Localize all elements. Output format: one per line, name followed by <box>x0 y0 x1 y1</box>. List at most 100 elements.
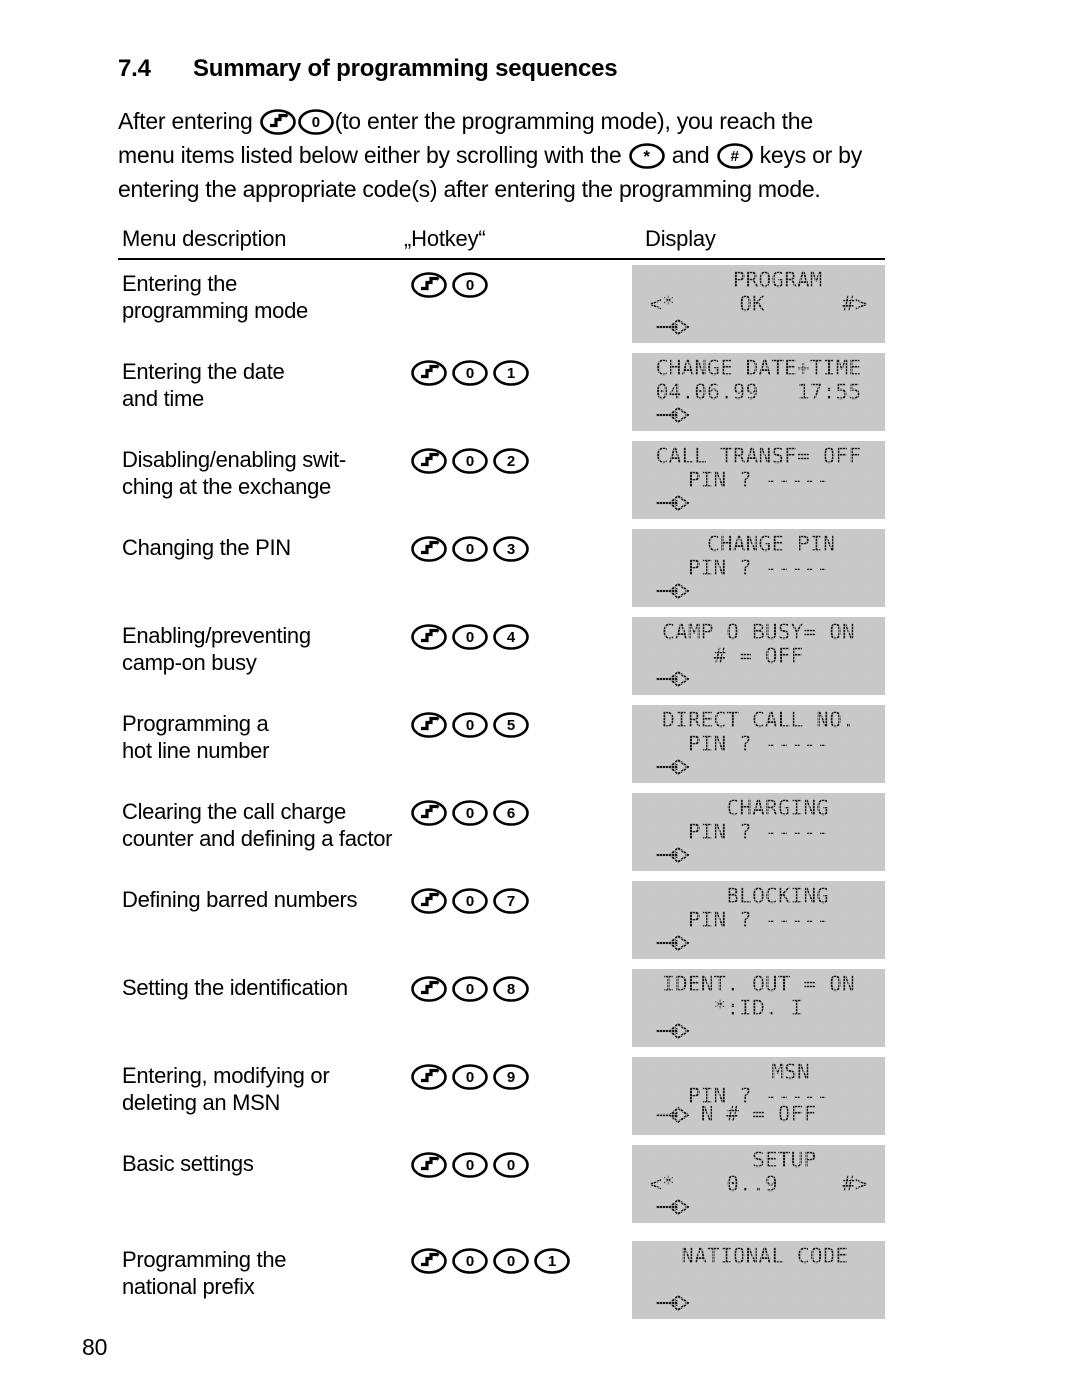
digit-key-icon-1: 1 <box>493 360 529 386</box>
digit-key-icon-4: 4 <box>493 624 529 650</box>
intro-text-2c: keys or by <box>759 142 863 168</box>
lcd-line-1: NATIONAL CODE <box>668 1244 849 1268</box>
lcd-line-1: CHANGE PIN <box>681 532 836 556</box>
intro-line-3: entering the appropriate code(s) after e… <box>118 176 821 202</box>
lcd-line-2: PIN ? ----- <box>687 908 830 932</box>
recall-key-icon <box>411 888 447 914</box>
lcd-line-1: CHANGE DATE+TIME <box>655 356 862 380</box>
key-label: 0 <box>465 540 475 558</box>
key-label: 0 <box>465 1068 475 1086</box>
menu-description-line: Disabling/enabling swit- <box>122 447 346 472</box>
intro-paragraph: After entering 0 (to enter the programmi… <box>118 104 908 206</box>
enter-cursor-icon <box>656 758 690 776</box>
enter-cursor-icon <box>656 934 690 952</box>
digit-key-icon-7: 7 <box>493 888 529 914</box>
digit-key-icon-0: 0 <box>452 888 488 914</box>
section-title: Summary of programming sequences <box>193 55 618 82</box>
section-number: 7.4 <box>118 55 151 82</box>
key-oval-shape <box>411 624 447 650</box>
key-oval-shape <box>411 448 447 474</box>
menu-description-line: programming mode <box>122 298 308 323</box>
hotkey-sequence-cell: 0 8 <box>410 976 533 1002</box>
recall-key-icon <box>411 1248 447 1274</box>
zero-key-icon-intro: 0 <box>297 109 334 135</box>
hotkey-sequence-cell: 0 5 <box>410 712 533 738</box>
lcd-display-panel: CALL TRANSF= OFF PIN ? ----- <box>632 441 885 519</box>
menu-description-cell: Enabling/preventing camp-on busy <box>122 622 407 676</box>
key-oval-shape <box>411 1248 447 1274</box>
lcd-line-1: BLOCKING <box>687 884 830 908</box>
recall-key-icon <box>411 1064 447 1090</box>
recall-key-icon <box>411 448 447 474</box>
menu-description-line: Setting the identification <box>122 975 348 1000</box>
lcd-line-1: SETUP <box>700 1148 817 1172</box>
section-heading: 7.4 Summary of programming sequences <box>118 55 898 83</box>
menu-description-line: Enabling/preventing <box>122 623 311 648</box>
key-label: 0 <box>465 804 475 822</box>
lcd-line-1: CALL TRANSF= OFF <box>655 444 862 468</box>
column-header-menu-description: Menu description <box>122 226 287 251</box>
column-header-display: Display <box>645 226 716 251</box>
intro-line-1: After entering 0 (to enter the programmi… <box>118 104 908 138</box>
digit-key-icon-9: 9 <box>493 1064 529 1090</box>
recall-key-icon <box>411 976 447 1002</box>
key-oval-shape <box>259 109 296 135</box>
page-number: 80 <box>82 1334 108 1360</box>
key-oval-shape <box>411 888 447 914</box>
digit-key-icon-8: 8 <box>493 976 529 1002</box>
menu-description-cell: Defining barred numbers <box>122 886 407 913</box>
digit-key-icon-0: 0 <box>452 448 488 474</box>
enter-cursor-icon <box>656 670 690 688</box>
hotkey-sequence-cell: 0 7 <box>410 888 533 914</box>
hotkey-sequence-cell: 0 2 <box>410 448 533 474</box>
menu-description-line: camp-on busy <box>122 650 257 675</box>
menu-description-cell: Programming the national prefix <box>122 1246 407 1300</box>
key-label: 2 <box>506 452 516 470</box>
lcd-line-1: CHARGING <box>687 796 830 820</box>
column-header-hotkey: „Hotkey“ <box>404 226 486 251</box>
key-label: 9 <box>506 1068 516 1086</box>
enter-cursor-icon <box>656 406 690 424</box>
digit-key-icon-0: 0 <box>452 1064 488 1090</box>
lcd-line-1: IDENT. OUT = ON <box>662 972 855 996</box>
lcd-display-panel: PROGRAM <* OK #> <box>632 265 885 343</box>
key-label: 0 <box>465 276 475 294</box>
key-label: 7 <box>506 892 516 910</box>
lcd-display-panel: SETUP <* 0..9 #> <box>632 1145 885 1223</box>
hash-key-icon: # <box>716 143 753 169</box>
digit-key-icon-0: 0 <box>493 1248 529 1274</box>
digit-key-icon-1: 1 <box>534 1248 570 1274</box>
header-divider-rule <box>118 258 885 260</box>
enter-cursor-icon <box>656 846 690 864</box>
digit-key-icon-3: 3 <box>493 536 529 562</box>
key-oval-shape <box>411 712 447 738</box>
lcd-display-panel: MSN PIN ? ----- N # = OFF <box>632 1057 885 1135</box>
digit-key-icon-0: 0 <box>452 624 488 650</box>
key-label: 6 <box>506 804 516 822</box>
menu-description-line: and time <box>122 386 204 411</box>
recall-key-icon <box>259 109 296 135</box>
menu-description-cell: Disabling/enabling swit-ching at the exc… <box>122 446 407 500</box>
digit-key-icon-5: 5 <box>493 712 529 738</box>
key-oval-shape <box>411 360 447 386</box>
key-label: 3 <box>506 540 516 558</box>
key-label: * <box>643 146 650 166</box>
lcd-line-2: 04.06.99 17:55 <box>655 380 862 404</box>
menu-description-cell: Clearing the call charge counter and defi… <box>122 798 407 852</box>
menu-description-line: deleting an MSN <box>122 1090 281 1115</box>
recall-key-icon <box>411 624 447 650</box>
menu-description-line: counter and defining a factor <box>122 826 393 851</box>
enter-cursor-icon <box>656 1022 690 1040</box>
menu-description-line: Basic settings <box>122 1151 254 1176</box>
lcd-line-2: <* 0..9 #> <box>649 1172 868 1196</box>
key-label: 1 <box>506 364 516 382</box>
lcd-display-panel: CAMP O BUSY= ON # = OFF <box>632 617 885 695</box>
menu-description-line: Programming a <box>122 711 269 736</box>
key-label: 0 <box>465 892 475 910</box>
menu-description-line: Clearing the call charge <box>122 799 346 824</box>
key-oval-shape <box>411 976 447 1002</box>
intro-text-2a: menu items listed below either by scroll… <box>118 142 622 168</box>
key-label: 4 <box>506 628 516 646</box>
menu-description-line: Entering the date <box>122 359 285 384</box>
menu-description-cell: Changing the PIN <box>122 534 407 561</box>
